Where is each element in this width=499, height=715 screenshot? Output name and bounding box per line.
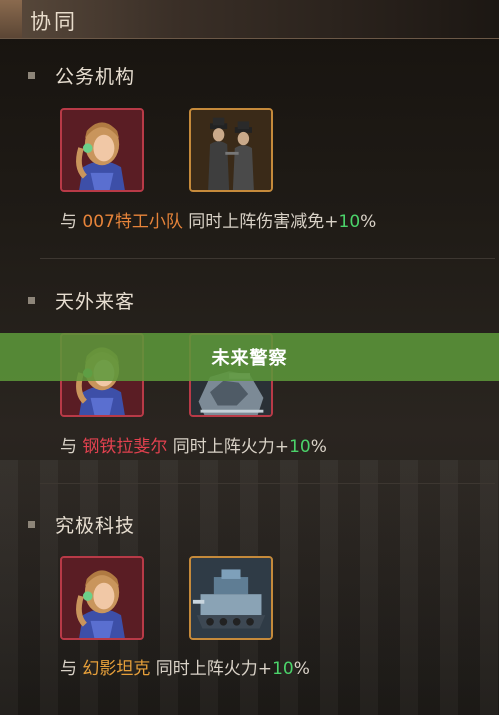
hero-portrait-card[interactable] [60,108,144,192]
desc-suffix: % [360,212,377,232]
header-accent [0,0,22,38]
partner-portrait-card[interactable] [189,108,273,192]
desc-suffix: % [293,659,310,679]
desc-prefix: 与 [60,212,83,232]
bonus-value: 10 [272,659,294,679]
section-title: 公务机构 [55,66,136,88]
hero-portrait-icon [62,110,142,190]
toast-banner: 未来警察 [0,333,499,381]
hero-portrait-icon [62,558,142,638]
synergy-description: 与 钢铁拉斐尔 同时上阵火力+10% [60,432,327,457]
hero-portrait-card[interactable] [60,556,144,640]
section-divider [40,483,495,484]
partner-name: 幻影坦克 [82,659,151,679]
desc-suffix: % [310,437,327,457]
section-title: 天外来客 [55,291,136,313]
desc-middle: 同时上阵伤害减免+ [182,212,339,232]
desc-middle: 同时上阵火力+ [150,659,273,679]
page-title: 协同 [30,10,78,34]
partner-name: 007特工小队 [82,212,183,232]
section-title: 究极科技 [55,515,136,537]
section-divider [40,258,495,259]
bullet-icon [28,297,35,304]
synergy-header: 协同 [0,0,499,39]
bullet-icon [28,72,35,79]
desc-prefix: 与 [60,659,83,679]
synergy-description: 与 007特工小队 同时上阵伤害减免+10% [60,207,376,232]
desc-middle: 同时上阵火力+ [167,437,290,457]
partner-portrait-card[interactable] [189,556,273,640]
partner-name: 钢铁拉斐尔 [82,437,168,457]
agents-portrait-icon [191,110,271,190]
bonus-value: 10 [338,212,361,232]
tank-portrait-icon [191,558,271,638]
toast-text: 未来警察 [211,348,288,369]
bonus-value: 10 [289,437,311,457]
bullet-icon [28,521,35,528]
desc-prefix: 与 [60,437,83,457]
synergy-description: 与 幻影坦克 同时上阵火力+10% [60,654,310,679]
